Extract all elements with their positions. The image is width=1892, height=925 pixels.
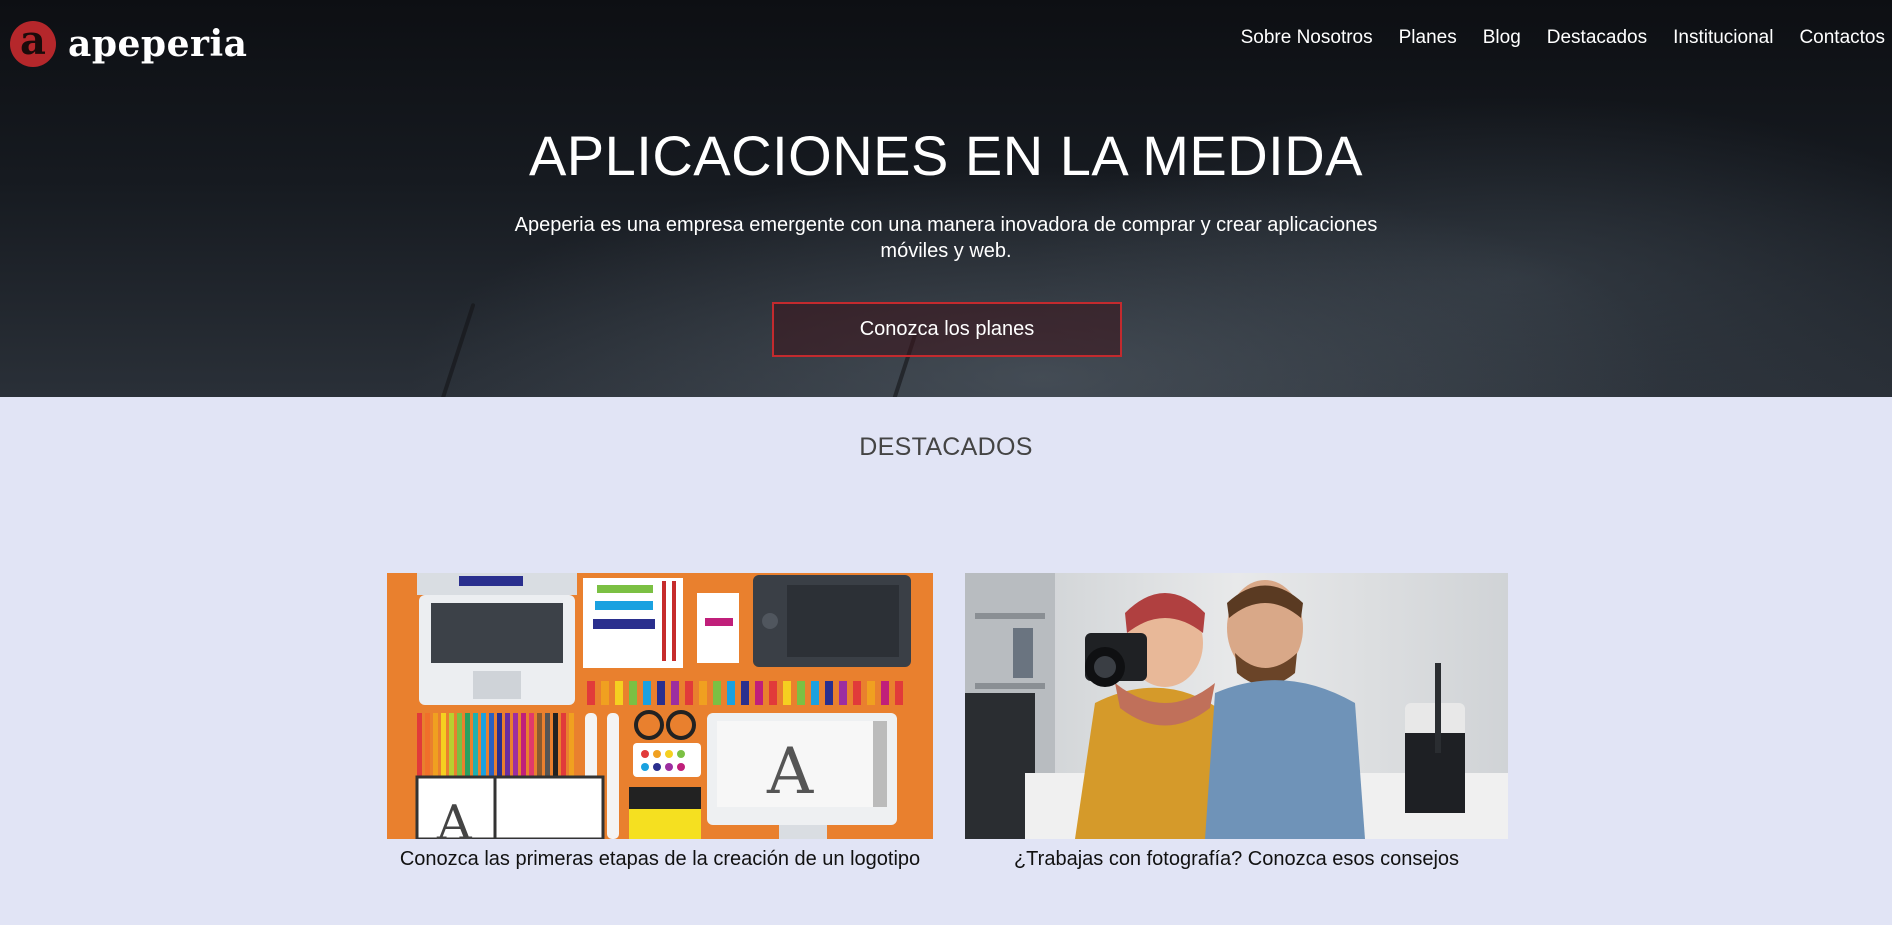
nav-item-institucional[interactable]: Institucional (1660, 24, 1786, 52)
logo-icon: a (10, 21, 56, 67)
nav-item-planes[interactable]: Planes (1386, 24, 1470, 52)
nav-item-destacados[interactable]: Destacados (1534, 24, 1660, 52)
hero-title: APLICACIONES EN LA MEDIDA (528, 124, 1364, 187)
designer-desk-illustration[interactable]: A A (387, 573, 933, 839)
featured-card-logo[interactable]: A A Conozca las primeras etapas de la cr… (387, 573, 933, 871)
background-streak (428, 302, 476, 397)
nav-item-sobre-nosotros[interactable]: Sobre Nosotros (1228, 24, 1386, 52)
hero-subtitle: Apeperia es una empresa emergente con un… (514, 214, 1378, 262)
svg-text:A: A (436, 795, 473, 839)
nav-item-blog[interactable]: Blog (1470, 24, 1534, 52)
brand-name: apeperia (68, 23, 248, 65)
view-plans-button[interactable]: Conozca los planes (772, 302, 1122, 357)
card-caption[interactable]: ¿Trabajas con fotografía? Conozca esos c… (965, 847, 1508, 871)
svg-text:A: A (766, 735, 814, 809)
photographers-photo[interactable] (965, 573, 1508, 839)
logo-link[interactable]: a apeperia (10, 21, 247, 67)
featured-section-title: DESTACADOS (859, 433, 1033, 461)
card-caption[interactable]: Conozca las primeras etapas de la creaci… (387, 847, 933, 871)
featured-card-photography[interactable]: ¿Trabajas con fotografía? Conozca esos c… (965, 573, 1508, 871)
nav-item-contactos[interactable]: Contactos (1786, 24, 1885, 52)
main-nav: Sobre Nosotros Planes Blog Destacados In… (1228, 24, 1885, 52)
hero-banner: a apeperia Sobre Nosotros Planes Blog De… (0, 0, 1892, 397)
